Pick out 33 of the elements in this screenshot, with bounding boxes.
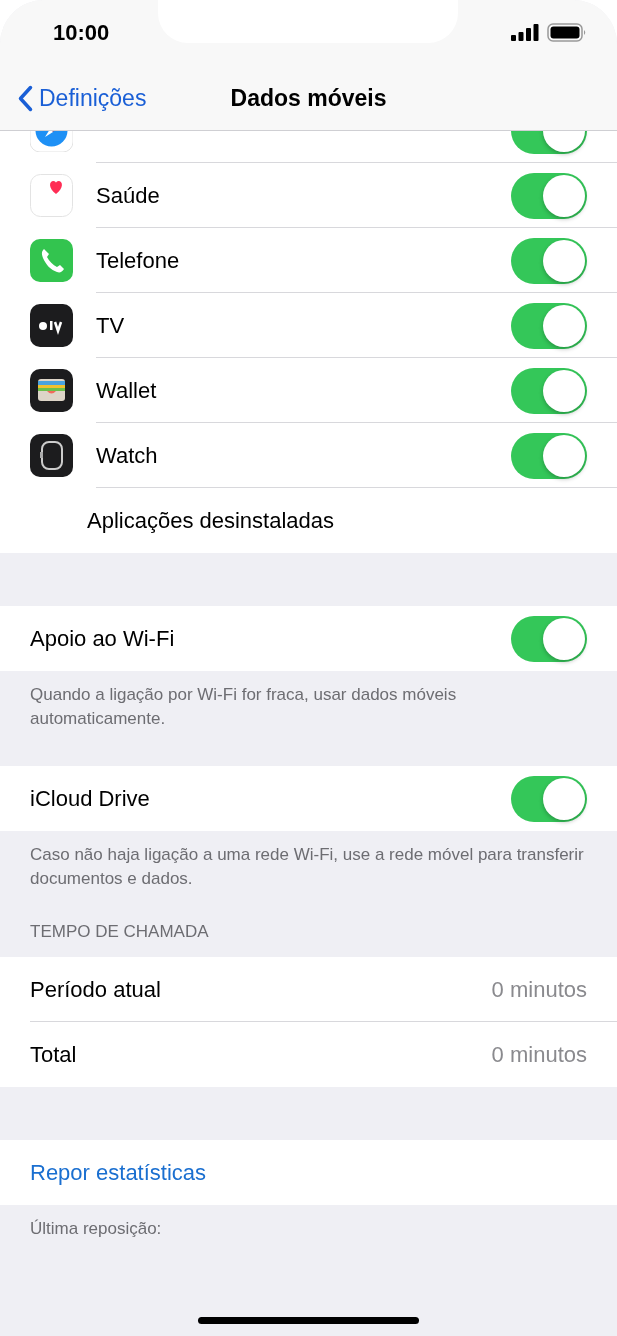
wallet-icon [30,369,73,412]
toggle-switch[interactable] [511,367,587,414]
signal-icon [511,24,539,41]
toggle-switch[interactable] [511,237,587,284]
battery-icon [547,23,587,42]
status-time: 10:00 [53,19,110,47]
app-name: Wallet [96,377,157,405]
setting-label: Apoio ao Wi-Fi [29,625,175,653]
toggle-switch[interactable] [511,615,587,662]
footer-note: Quando a ligação por Wi-Fi for fraca, usar dados móveis automaticamente. [29,684,458,730]
row-value: 0 minutos [491,1041,587,1069]
chevron-left-icon [18,84,33,112]
toggle-switch[interactable] [511,302,587,349]
reset-link[interactable]: Repor estatísticas [0,1155,213,1190]
toggle-switch[interactable] [511,172,587,219]
toggle-switch[interactable] [511,775,587,822]
app-name: TV [96,312,125,340]
footer-note: Caso não haja ligação a uma rede Wi-Fi, use a rede móvel para transferir documentos e dados. [29,844,585,890]
toggle-switch[interactable] [511,432,587,479]
section-header: TEMPO DE CHAMADA [29,921,210,943]
row-label: Período atual [29,976,161,1004]
page-title: Dados móveis [230,84,387,111]
tv-icon [30,304,73,347]
app-name: Watch [96,442,158,470]
row-label: Total [29,1041,77,1069]
watch-icon [30,434,73,477]
footer-note: Última reposição: [29,1218,163,1240]
setting-label: iCloud Drive [29,785,150,813]
back-button[interactable]: Definições [0,79,153,117]
app-name: Saúde [96,182,160,210]
app-name: Telefone [96,247,180,275]
phone-icon [30,239,73,282]
row-value: 0 minutos [491,976,587,1004]
